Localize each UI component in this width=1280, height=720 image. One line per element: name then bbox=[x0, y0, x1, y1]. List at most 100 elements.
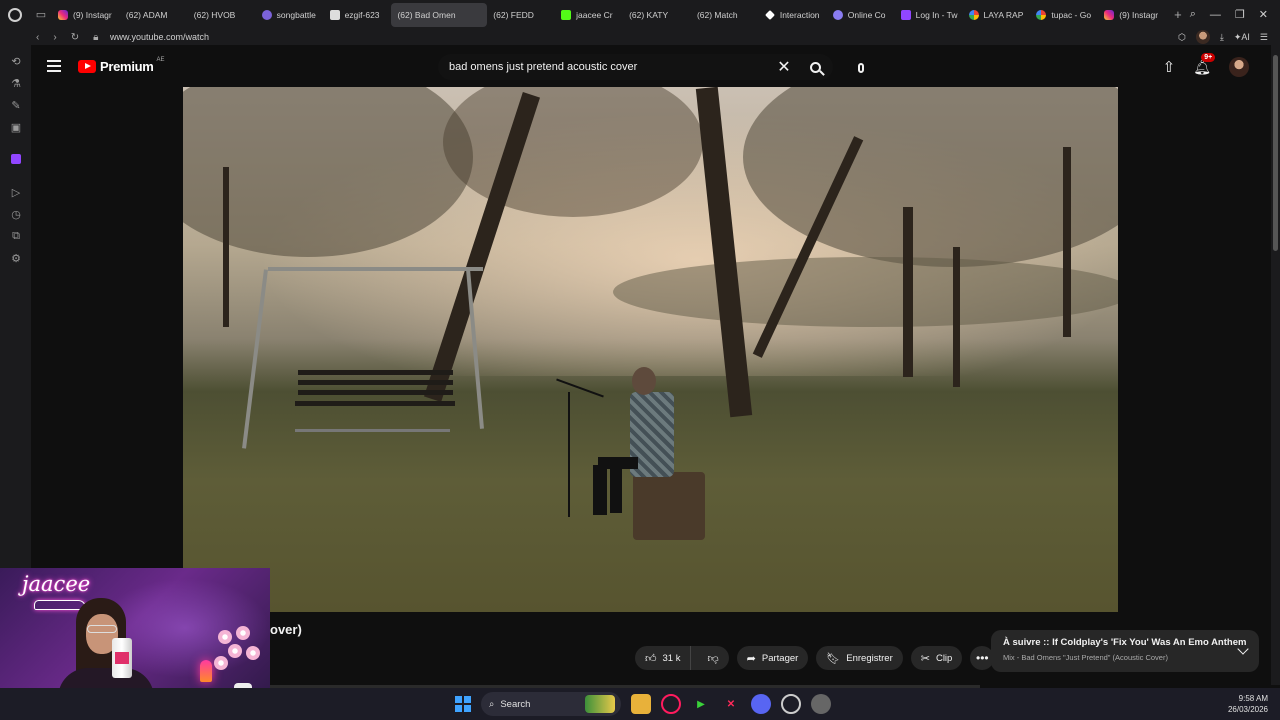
tab-label: Log In - Tw bbox=[915, 9, 958, 20]
browser-tab-strip: ▭ (9) Instagr (62) ADAM (62) HVOB songbattl… bbox=[0, 0, 1280, 685]
windows-start-icon[interactable] bbox=[455, 696, 471, 712]
tab-label: (9) Instagr bbox=[73, 9, 112, 20]
extension-icon[interactable]: ⬡ bbox=[1178, 32, 1186, 43]
browser-tab[interactable]: tupac - Go bbox=[1030, 3, 1098, 27]
messenger-icon[interactable]: ▣ bbox=[10, 121, 22, 134]
browser-tab[interactable]: Log In - Tw bbox=[895, 3, 963, 27]
browser-tab[interactable]: Online Co bbox=[827, 3, 895, 27]
tab-label: Online Co bbox=[847, 9, 886, 20]
video-player[interactable] bbox=[183, 87, 1118, 612]
search-input[interactable]: bad omens just pretend acoustic cover bbox=[438, 61, 771, 73]
clip-button[interactable]: ✂ Clip bbox=[910, 646, 963, 670]
browser-tab[interactable]: LAYA RAP bbox=[963, 3, 1031, 27]
discord-icon[interactable] bbox=[751, 694, 771, 714]
file-explorer-icon[interactable] bbox=[631, 694, 651, 714]
ai-label: AI bbox=[1241, 31, 1250, 42]
browser-tab[interactable]: (62) Bad Omen bbox=[31, 2, 1271, 685]
clock-time: 9:58 AM bbox=[1238, 694, 1268, 703]
diamond-icon bbox=[764, 9, 775, 20]
browser-tab[interactable]: (62) HVOB bbox=[31, 3, 1271, 685]
search-tabs-icon[interactable]: ⌕ bbox=[1190, 8, 1196, 21]
window-controls: ⌕ — ❐ ✕ bbox=[1190, 8, 1280, 21]
scrollbar-thumb[interactable] bbox=[1273, 55, 1278, 251]
twitch-sidebar-icon[interactable] bbox=[11, 154, 21, 164]
instagram-icon bbox=[58, 9, 68, 20]
browser-tab[interactable]: (62) ADAM bbox=[31, 3, 1271, 685]
browser-tab[interactable]: jaacee Cr bbox=[555, 3, 623, 27]
browser-tab[interactable]: (62) KATY bbox=[31, 3, 1271, 685]
maximize-button[interactable]: ❐ bbox=[1235, 8, 1245, 21]
opera-logo-icon[interactable] bbox=[0, 0, 30, 29]
back-icon[interactable]: ‹ bbox=[36, 32, 39, 43]
logo-text: Premium bbox=[100, 59, 154, 74]
tab-islands-icon[interactable]: ▭ bbox=[30, 0, 52, 29]
circle-icon bbox=[832, 9, 843, 20]
instagram-icon bbox=[1104, 9, 1115, 20]
browser-menu-icon[interactable]: ☰ bbox=[1260, 32, 1268, 43]
pinboard-icon[interactable]: ✎ bbox=[10, 99, 22, 112]
tab-label: (62) FEDD bbox=[493, 9, 534, 20]
notifications-button[interactable]: 🔔︎ 9+ bbox=[1193, 52, 1216, 76]
search-highlight-image bbox=[585, 695, 615, 713]
new-tab-button[interactable]: + bbox=[1166, 7, 1190, 22]
tab-label: (62) ADAM bbox=[125, 9, 168, 20]
system-clock[interactable]: 9:58 AM 26/03/2026 bbox=[1228, 693, 1268, 715]
app-icon[interactable] bbox=[811, 694, 831, 714]
google-icon bbox=[1036, 9, 1047, 20]
browser-profile-avatar[interactable] bbox=[1195, 30, 1210, 44]
logo-region: AE bbox=[156, 56, 165, 63]
like-button[interactable]: 👍︎ 31 k bbox=[635, 646, 692, 670]
clear-search-icon[interactable]: ✕ bbox=[771, 57, 797, 77]
settings-gear-icon[interactable]: ⚙ bbox=[10, 252, 22, 265]
browser-tab[interactable]: ezgif-623 bbox=[324, 3, 392, 27]
play-store-icon[interactable]: ▶ bbox=[691, 694, 711, 714]
save-button[interactable]: 🔖︎ Enregistrer bbox=[816, 646, 903, 670]
aria-ai-button[interactable]: ✦AI bbox=[1234, 32, 1250, 43]
crypto-wallet-icon[interactable]: ⚗ bbox=[10, 77, 22, 90]
browser-tab[interactable]: (62) Match bbox=[31, 3, 1271, 685]
up-next-prefix: À suivre : bbox=[1003, 637, 1047, 648]
browser-tab[interactable]: (9) Instagr bbox=[52, 3, 120, 27]
windows-taskbar: ⌕ Search ▶ ✕ 9:58 AM 26/03/2026 bbox=[0, 688, 1280, 720]
upload-icon[interactable]: ⇧ bbox=[1163, 58, 1176, 76]
guide-menu-icon[interactable] bbox=[47, 60, 61, 72]
up-next-video-title: : If Coldplay's 'Fix You' Was An Emo Ant… bbox=[1046, 637, 1247, 648]
avatar[interactable] bbox=[1229, 57, 1249, 77]
up-next-panel[interactable]: À suivre :: If Coldplay's 'Fix You' Was … bbox=[991, 630, 1259, 672]
bookmark-icon: 🔖︎ bbox=[826, 652, 841, 665]
browser-tab[interactable]: (62) FEDD bbox=[31, 3, 1271, 685]
obs-icon[interactable] bbox=[781, 694, 801, 714]
download-icon[interactable]: ⤓ bbox=[1220, 32, 1224, 43]
forward-icon[interactable]: › bbox=[53, 32, 56, 43]
clip-label: Clip bbox=[935, 652, 953, 664]
address-bar: ‹ › ↻ 🔒︎ www.youtube.com/watch ⬡ ⤓ ✦AI ☰ bbox=[0, 29, 1280, 45]
browser-tab[interactable]: songbattle bbox=[256, 3, 324, 27]
browser-tab[interactable]: (9) Instagr bbox=[1098, 3, 1166, 27]
clock-date: 26/03/2026 bbox=[1227, 705, 1268, 714]
voice-search-button[interactable] bbox=[849, 56, 873, 80]
close-window-button[interactable]: ✕ bbox=[1259, 8, 1268, 21]
tab-label: songbattle bbox=[276, 9, 316, 20]
share-icon: ➦ bbox=[746, 652, 756, 665]
reload-icon[interactable]: ↻ bbox=[71, 32, 79, 43]
player-icon[interactable]: ▷ bbox=[10, 186, 22, 199]
lock-icon[interactable]: 🔒︎ bbox=[93, 32, 98, 43]
browser-tab[interactable]: Interaction bbox=[759, 3, 827, 27]
search-button[interactable] bbox=[797, 54, 833, 80]
drink-can bbox=[112, 638, 132, 678]
minimize-button[interactable]: — bbox=[1210, 9, 1221, 21]
share-button[interactable]: ➦ Partager bbox=[736, 646, 809, 670]
extensions-sidebar-icon[interactable]: ⧉ bbox=[10, 230, 22, 242]
history-sidebar-icon[interactable]: ⟲ bbox=[10, 55, 22, 68]
opera-gx-icon[interactable] bbox=[661, 694, 681, 714]
taskbar-search[interactable]: ⌕ Search bbox=[481, 692, 621, 716]
url-field[interactable]: www.youtube.com/watch bbox=[110, 32, 209, 42]
dislike-button[interactable]: 👎︎ bbox=[697, 646, 728, 670]
clock-icon[interactable]: ◷ bbox=[10, 208, 22, 221]
youtube-premium-logo[interactable]: Premium AE bbox=[78, 56, 166, 74]
taskbar-search-label: Search bbox=[500, 698, 531, 710]
glasses-icon bbox=[87, 625, 117, 633]
capcut-icon[interactable]: ✕ bbox=[721, 694, 741, 714]
page-scrollbar[interactable] bbox=[1271, 45, 1280, 685]
thumbs-down-icon: 👎︎ bbox=[707, 652, 719, 665]
